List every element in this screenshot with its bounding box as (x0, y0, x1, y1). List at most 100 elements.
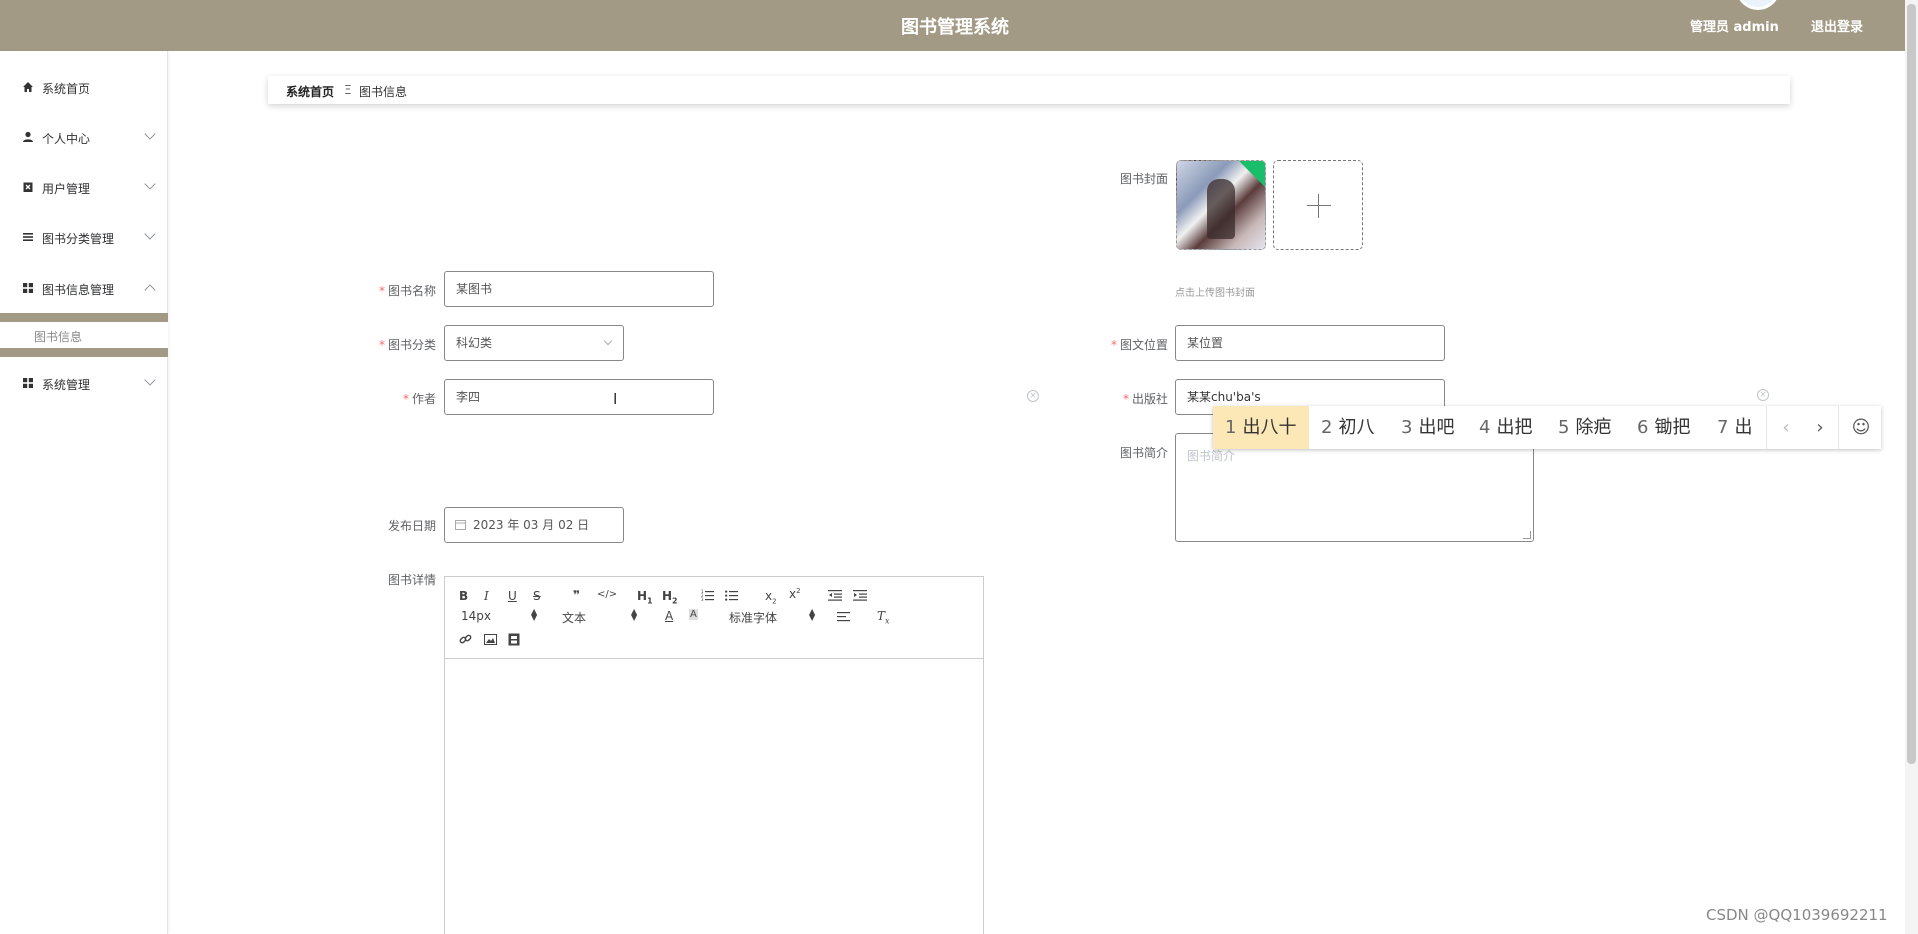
heading1-icon[interactable]: H1 (637, 589, 653, 605)
cover-image[interactable] (1176, 160, 1266, 250)
upload-button[interactable] (1273, 160, 1363, 250)
quote-icon[interactable]: ❞ (573, 588, 580, 602)
heading2-icon[interactable]: H2 (662, 589, 678, 605)
app-title: 图书管理系统 (901, 17, 1009, 38)
chevron-down-icon (144, 178, 156, 190)
person-icon (23, 131, 33, 142)
page-scrollbar[interactable] (1905, 0, 1918, 934)
grid-icon (23, 378, 33, 388)
editor-toolbar: B I U S ❞ </> H1 H2 123 x2 x2 14px ▲ ▼ 文本… (445, 577, 983, 659)
font-family-select[interactable]: 标准字体 ▲ ▼ (729, 608, 819, 626)
sidebar-item-label: 用户管理 (42, 182, 91, 196)
breadcrumb-separator: Ξ (344, 83, 352, 97)
sidebar-item-users[interactable]: 用户管理 (0, 175, 168, 201)
location-input[interactable]: 某位置 (1175, 325, 1445, 361)
book-name-input[interactable]: 某图书 (444, 271, 714, 307)
list-icon (23, 233, 33, 241)
ime-candidate[interactable]: 6 锄把 (1637, 406, 1690, 449)
ime-candidate[interactable]: 1 出八十 (1213, 406, 1309, 449)
background-color-icon[interactable]: A (689, 609, 698, 620)
subscript-icon[interactable]: x2 (765, 589, 777, 605)
sidebar-item-label: 系统首页 (42, 82, 91, 96)
avatar[interactable] (1736, 0, 1780, 10)
publisher-label: * 出版社 (1122, 392, 1168, 406)
indent-icon[interactable] (853, 589, 867, 601)
ime-candidate[interactable]: 4 出把 (1479, 406, 1532, 449)
ime-prev-button[interactable]: ‹ (1769, 406, 1803, 449)
category-select[interactable]: 科幻类 (444, 325, 624, 361)
current-user: 管理员 admin (1690, 20, 1779, 35)
bold-icon[interactable]: B (459, 589, 468, 603)
date-picker[interactable]: 2023 年 03 月 02 日 (444, 507, 624, 543)
ime-candidate[interactable]: 7出 (1717, 406, 1752, 449)
chevron-down-icon (144, 128, 156, 140)
submenu: 图书信息 (0, 313, 168, 357)
underline-icon[interactable]: U (508, 589, 517, 603)
sidebar-item-label: 系统管理 (42, 378, 91, 392)
location-label: * 图文位置 (1110, 338, 1168, 352)
calendar-icon (455, 520, 466, 530)
sidebar-item-label: 图书分类管理 (42, 232, 115, 246)
chevron-down-icon (603, 336, 613, 346)
author-label: * 作者 (402, 392, 436, 406)
rich-text-editor: B I U S ❞ </> H1 H2 123 x2 x2 14px ▲ ▼ 文本… (444, 576, 984, 934)
intro-textarea[interactable]: 图书简介 (1175, 433, 1534, 542)
chevron-up-icon (144, 284, 156, 296)
ordered-list-icon[interactable]: 123 (701, 589, 714, 601)
author-input[interactable]: 李四 (444, 379, 714, 415)
intro-label: 图书简介 (1119, 446, 1168, 460)
user-manage-icon (23, 182, 33, 192)
ime-candidate[interactable]: 5 除疤 (1558, 406, 1611, 449)
plus-icon (1307, 205, 1331, 206)
logout-button[interactable]: 退出登录 (1811, 16, 1863, 35)
code-icon[interactable]: </> (597, 589, 617, 600)
link-icon[interactable] (459, 633, 472, 646)
outdent-icon[interactable] (828, 589, 842, 601)
sidebar-item-profile[interactable]: 个人中心 (0, 125, 168, 151)
sidebar: 系统首页 个人中心 用户管理 图书分类管理 图书信息管理 图书信息 系统管理 (0, 51, 168, 934)
clear-icon[interactable]: × (1027, 390, 1039, 402)
grid-icon (23, 283, 33, 293)
ime-candidate[interactable]: 3 出吧 (1401, 406, 1454, 449)
block-type-select[interactable]: 文本 ▲ ▼ (562, 608, 642, 626)
clear-format-icon[interactable]: Tx (877, 609, 890, 625)
italic-icon[interactable]: I (484, 589, 489, 603)
image-icon[interactable] (484, 634, 497, 645)
resize-handle[interactable] (1523, 531, 1531, 539)
breadcrumb-home[interactable]: 系统首页 (286, 83, 334, 100)
bullet-list-icon[interactable] (725, 589, 738, 601)
date-label: 发布日期 (387, 519, 436, 533)
align-icon[interactable] (837, 611, 850, 622)
sidebar-item-system[interactable]: 系统管理 (0, 371, 168, 397)
sidebar-item-book-info[interactable]: 图书信息管理 (0, 276, 168, 302)
ime-candidate-bar: 1 出八十 2 初八 3 出吧 4 出把 5 除疤 6 锄把 7出 ‹ › ☺ (1213, 406, 1881, 449)
top-bar: 图书管理系统 管理员 admin 退出登录 (0, 0, 1918, 51)
home-icon (23, 82, 33, 92)
font-size-select[interactable]: 14px ▲ ▼ (461, 608, 541, 624)
ime-next-button[interactable]: › (1803, 406, 1837, 449)
breadcrumb: 系统首页 Ξ 图书信息 (268, 76, 1790, 104)
superscript-icon[interactable]: x2 (789, 587, 801, 601)
sidebar-subitem-label: 图书信息 (34, 330, 83, 344)
svg-text:3: 3 (701, 597, 704, 601)
ime-candidate[interactable]: 2 初八 (1321, 406, 1374, 449)
sidebar-item-book-category[interactable]: 图书分类管理 (0, 225, 168, 251)
watermark: CSDN @QQ1039692211 (1706, 906, 1888, 924)
video-icon[interactable] (508, 633, 520, 646)
sidebar-item-label: 图书信息管理 (42, 283, 115, 297)
clear-icon[interactable]: × (1757, 389, 1769, 401)
upload-tip: 点击上传图书封面 (1175, 288, 1255, 299)
sidebar-subitem-book-info[interactable]: 图书信息 (0, 322, 168, 348)
sidebar-item-label: 个人中心 (42, 132, 91, 146)
chevron-down-icon (144, 374, 156, 386)
name-label: * 图书名称 (378, 284, 436, 298)
success-badge (1239, 161, 1265, 187)
sidebar-item-home[interactable]: 系统首页 (0, 75, 168, 101)
text-cursor-icon: I (613, 390, 618, 408)
font-color-icon[interactable]: A (665, 609, 673, 623)
cover-label: 图书封面 (1119, 172, 1168, 186)
strikethrough-icon[interactable]: S (533, 589, 541, 603)
chevron-down-icon (144, 228, 156, 240)
emoji-icon[interactable]: ☺ (1841, 406, 1881, 449)
detail-label: 图书详情 (387, 573, 436, 587)
